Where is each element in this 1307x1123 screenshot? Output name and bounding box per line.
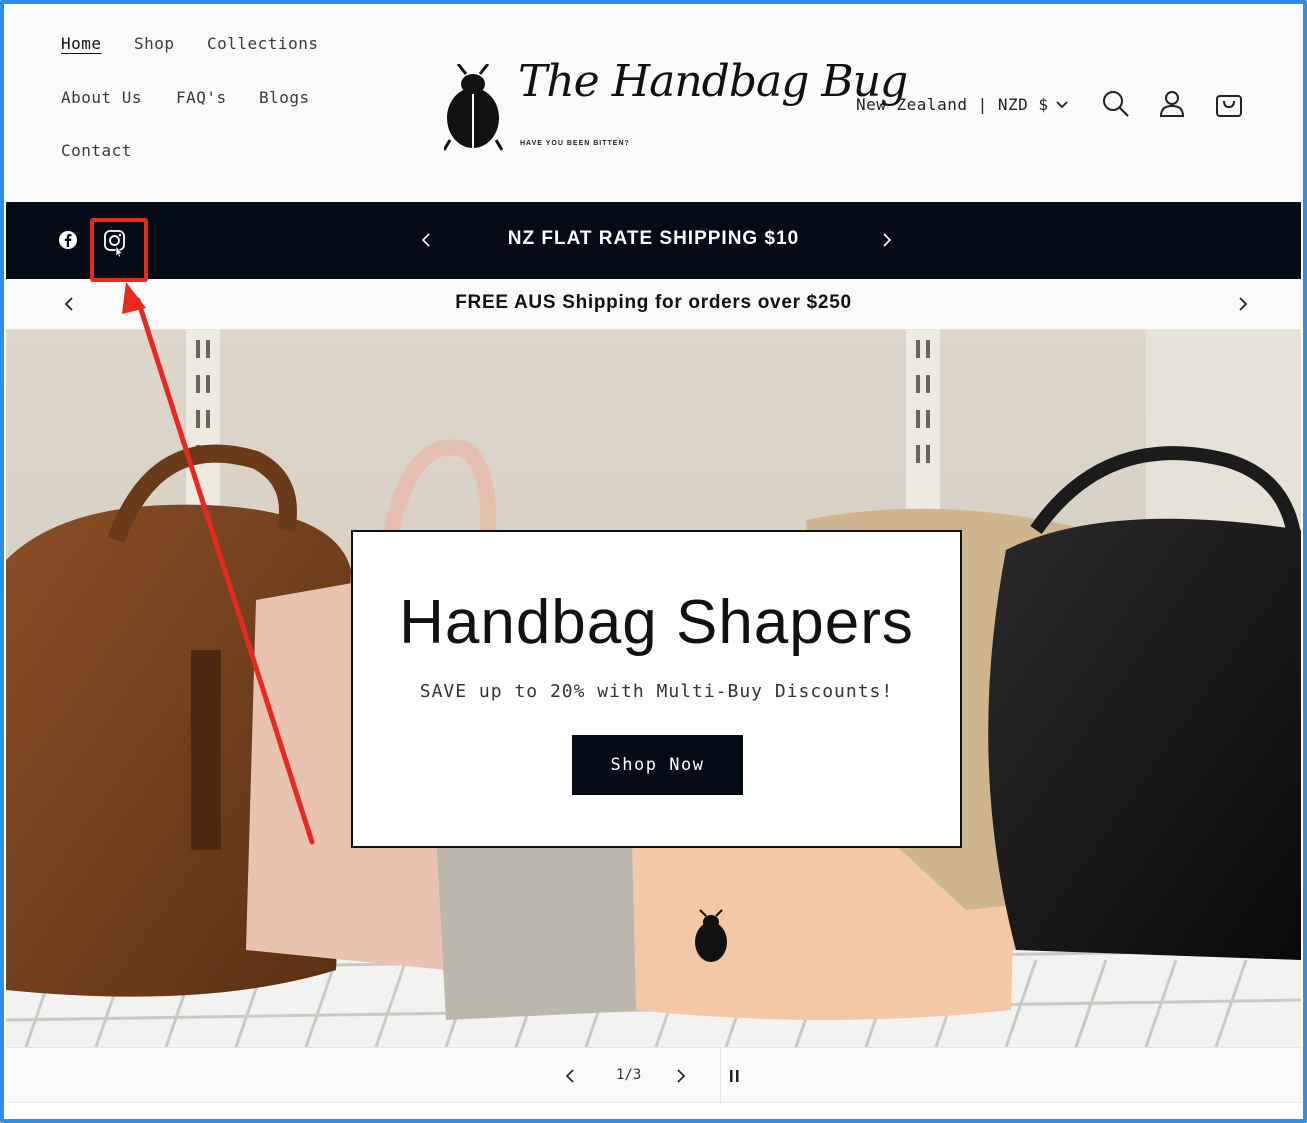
- instagram-highlight-box: [90, 218, 148, 282]
- announcement-text: NZ FLAT RATE SHIPPING $10: [507, 228, 800, 249]
- shop-now-button[interactable]: Shop Now: [572, 735, 743, 795]
- hero-title: Handbag Shapers: [399, 588, 914, 657]
- controls-divider: [720, 1048, 721, 1104]
- secondary-next-icon[interactable]: [1232, 294, 1252, 314]
- chevron-down-icon: [1055, 100, 1068, 108]
- slide-prev-icon[interactable]: [561, 1066, 581, 1086]
- site-logo[interactable]: The Handbag Bug HAVE YOU BEEN BITTEN?: [444, 56, 908, 156]
- slide-counter: 1/3: [616, 1067, 642, 1083]
- logo-script-text: The Handbag Bug: [518, 56, 908, 107]
- hero-subtitle: SAVE up to 20% with Multi-Buy Discounts!: [419, 681, 894, 702]
- account-icon[interactable]: [1156, 88, 1188, 120]
- nav-about-link[interactable]: About Us: [61, 88, 142, 107]
- nav-faq-link[interactable]: FAQ's: [176, 88, 227, 107]
- bug-logo-icon: [444, 64, 504, 151]
- locale-selector[interactable]: New Zealand | NZD $: [856, 95, 1069, 114]
- announcement-bar: NZ FLAT RATE SHIPPING $10: [6, 202, 1301, 279]
- locale-label: New Zealand | NZD $: [856, 95, 1049, 114]
- nav-shop-link[interactable]: Shop: [134, 34, 175, 53]
- logo-tagline: HAVE YOU BEEN BITTEN?: [520, 140, 630, 147]
- search-icon[interactable]: [1100, 88, 1132, 120]
- slide-next-icon[interactable]: [670, 1066, 690, 1086]
- nav-home-link[interactable]: Home: [61, 34, 102, 53]
- nav-contact-link[interactable]: Contact: [61, 141, 132, 160]
- secondary-announcement-bar: FREE AUS Shipping for orders over $250: [6, 279, 1301, 330]
- site-header: Home Shop Collections About Us FAQ's Blo…: [6, 6, 1301, 202]
- nav-blogs-link[interactable]: Blogs: [259, 88, 310, 107]
- pause-icon[interactable]: [725, 1066, 745, 1086]
- hero-card: Handbag Shapers SAVE up to 20% with Mult…: [351, 530, 962, 848]
- nav-collections-link[interactable]: Collections: [207, 34, 318, 53]
- cart-icon[interactable]: [1213, 88, 1245, 120]
- secondary-announcement-text: FREE AUS Shipping for orders over $250: [455, 292, 852, 313]
- slideshow-controls: 1/3: [6, 1047, 1301, 1104]
- announcement-next-icon[interactable]: [876, 230, 896, 250]
